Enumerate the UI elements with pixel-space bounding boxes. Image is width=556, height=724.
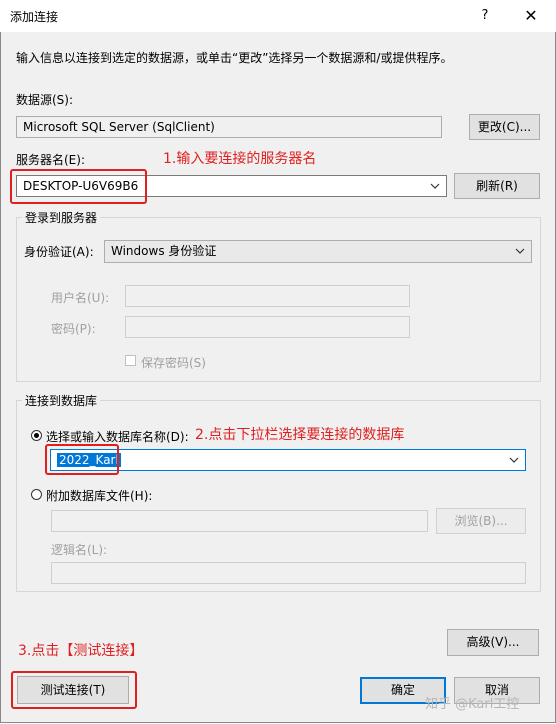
chevron-down-icon[interactable] xyxy=(509,450,519,470)
help-button[interactable]: ? xyxy=(470,4,500,28)
password-label: 密码(P): xyxy=(51,322,96,336)
select-db-radio-label[interactable]: 选择或输入数据库名称(D): xyxy=(46,428,189,445)
title-bar: 添加连接 ? ✕ xyxy=(0,0,556,32)
logical-name-label: 逻辑名(L): xyxy=(51,543,108,557)
auth-combobox[interactable]: Windows 身份验证 xyxy=(104,240,532,263)
change-button[interactable]: 更改(C)... xyxy=(469,114,540,140)
radio-selected-icon[interactable] xyxy=(31,430,42,441)
login-group-title: 登录到服务器 xyxy=(22,209,101,226)
watermark: 知乎 @Karl工控 xyxy=(425,697,520,712)
annotation-step3: 3.点击【测试连接】 xyxy=(18,643,144,659)
browse-button: 浏览(B)... xyxy=(436,508,526,534)
chevron-down-icon[interactable] xyxy=(515,241,525,262)
datasource-label: 数据源(S): xyxy=(16,93,74,107)
password-input xyxy=(125,316,410,338)
refresh-button[interactable]: 刷新(R) xyxy=(454,173,540,199)
logical-name-input xyxy=(51,562,526,584)
annotation-step2: 2.点击下拉栏选择要连接的数据库 xyxy=(195,427,405,443)
server-label: 服务器名(E): xyxy=(16,153,85,167)
datasource-field: Microsoft SQL Server (SqlClient) xyxy=(16,116,442,138)
database-group-title: 连接到数据库 xyxy=(22,392,101,409)
highlight-box-database xyxy=(45,444,119,475)
username-input xyxy=(125,285,410,307)
database-combobox[interactable]: 2022_Karl xyxy=(50,449,526,471)
attach-file-input xyxy=(51,510,428,532)
window-title: 添加连接 xyxy=(10,10,59,24)
auth-value: Windows 身份验证 xyxy=(111,244,217,258)
intro-text: 输入信息以连接到选定的数据源，或单击“更改”选择另一个数据源和/或提供程序。 xyxy=(16,51,453,65)
advanced-button[interactable]: 高级(V)... xyxy=(447,629,539,656)
close-button[interactable]: ✕ xyxy=(516,4,546,28)
attach-db-radio-label[interactable]: 附加数据库文件(H): xyxy=(46,487,152,504)
save-password-label: 保存密码(S) xyxy=(141,356,206,370)
auth-label: 身份验证(A): xyxy=(24,245,94,259)
username-label: 用户名(U): xyxy=(51,291,110,305)
highlight-box-test xyxy=(11,671,137,709)
annotation-step1: 1.输入要连接的服务器名 xyxy=(163,151,317,167)
chevron-down-icon[interactable] xyxy=(430,176,440,196)
radio-unselected-icon[interactable] xyxy=(31,489,42,500)
save-password-checkbox xyxy=(125,355,136,366)
highlight-box-server xyxy=(10,169,147,204)
